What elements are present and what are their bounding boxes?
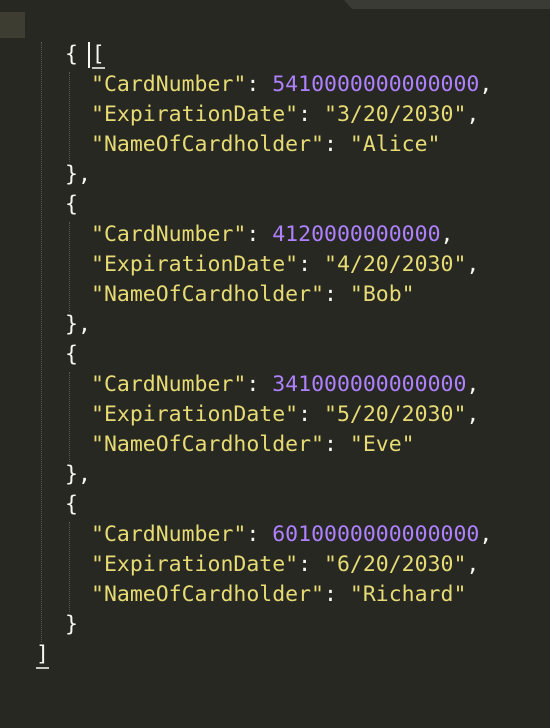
cardholder-name-value: "Bob"	[349, 282, 415, 307]
indent-guide	[69, 72, 70, 162]
code-line: "NameOfCardholder": "Eve"	[91, 430, 415, 460]
indent-guide	[69, 372, 70, 462]
indent-guide	[69, 522, 70, 612]
colon: :	[324, 582, 350, 607]
code-line: "NameOfCardholder": "Bob"	[91, 280, 415, 310]
close-brace: },	[65, 462, 91, 487]
code-line: ]	[36, 640, 49, 670]
colon: :	[324, 282, 350, 307]
close-brace: },	[65, 312, 91, 337]
comma: ,	[466, 552, 480, 577]
expiration-date-value: "6/20/2030"	[324, 552, 467, 577]
colon: :	[246, 72, 273, 97]
open-bracket: [	[91, 42, 105, 69]
card-number-value: 4120000000000	[272, 222, 441, 247]
close-brace: }	[65, 612, 78, 637]
code-line: "CardNumber": 6010000000000000,	[91, 520, 492, 550]
cardholder-name-value: "Richard"	[349, 582, 467, 607]
key-card-number: "CardNumber"	[91, 372, 247, 397]
code-line: [	[36, 10, 105, 69]
key-name-of-cardholder: "NameOfCardholder"	[91, 582, 324, 607]
expiration-date-value: "5/20/2030"	[324, 402, 467, 427]
text-cursor	[87, 42, 90, 68]
code-line: "CardNumber": 5410000000000000,	[91, 70, 492, 100]
code-line: "NameOfCardholder": "Alice"	[91, 130, 441, 160]
colon: :	[298, 252, 324, 277]
open-brace: {	[65, 492, 78, 517]
indent-guide	[69, 222, 70, 312]
code-line: "CardNumber": 4120000000000,	[91, 220, 453, 250]
code-line: "NameOfCardholder": "Richard"	[91, 580, 466, 610]
code-line: "CardNumber": 341000000000000,	[91, 370, 479, 400]
key-card-number: "CardNumber"	[91, 222, 247, 247]
comma: ,	[479, 522, 493, 547]
close-bracket: ]	[36, 642, 49, 669]
comma: ,	[479, 72, 493, 97]
card-number-value: 341000000000000	[272, 372, 467, 397]
colon: :	[324, 432, 350, 457]
tab-bar-strip	[352, 0, 550, 9]
code-line: },	[65, 460, 91, 490]
indent-guide	[41, 42, 42, 642]
code-line: {	[65, 490, 78, 520]
comma: ,	[466, 372, 480, 397]
key-expiration-date: "ExpirationDate"	[91, 252, 299, 277]
key-card-number: "CardNumber"	[91, 522, 247, 547]
code-line: }	[65, 610, 78, 640]
comma: ,	[440, 222, 454, 247]
comma: ,	[466, 252, 480, 277]
open-brace: {	[65, 42, 78, 67]
open-brace: {	[65, 192, 78, 217]
key-name-of-cardholder: "NameOfCardholder"	[91, 282, 324, 307]
comma: ,	[466, 402, 480, 427]
code-line: },	[65, 160, 91, 190]
open-brace: {	[65, 342, 78, 367]
key-card-number: "CardNumber"	[91, 72, 247, 97]
cardholder-name-value: "Alice"	[349, 132, 441, 157]
key-name-of-cardholder: "NameOfCardholder"	[91, 432, 324, 457]
colon: :	[246, 222, 273, 247]
colon: :	[246, 522, 273, 547]
colon: :	[298, 402, 324, 427]
comma: ,	[466, 102, 480, 127]
code-line: {	[65, 40, 78, 70]
key-expiration-date: "ExpirationDate"	[91, 102, 299, 127]
key-name-of-cardholder: "NameOfCardholder"	[91, 132, 324, 157]
code-line: {	[65, 190, 78, 220]
current-line-gutter-marker	[0, 12, 25, 38]
colon: :	[298, 552, 324, 577]
colon: :	[324, 132, 350, 157]
code-line: },	[65, 310, 91, 340]
colon: :	[298, 102, 324, 127]
code-line: "ExpirationDate": "3/20/2030",	[91, 100, 479, 130]
code-line: {	[65, 340, 78, 370]
expiration-date-value: "3/20/2030"	[324, 102, 467, 127]
card-number-value: 6010000000000000	[272, 522, 480, 547]
key-expiration-date: "ExpirationDate"	[91, 402, 299, 427]
expiration-date-value: "4/20/2030"	[324, 252, 467, 277]
tab-bar-edge	[344, 0, 352, 9]
close-brace: },	[65, 162, 91, 187]
key-expiration-date: "ExpirationDate"	[91, 552, 299, 577]
code-line: "ExpirationDate": "4/20/2030",	[91, 250, 479, 280]
code-line: "ExpirationDate": "6/20/2030",	[91, 550, 479, 580]
colon: :	[246, 372, 273, 397]
code-editor[interactable]: [ { "CardNumber": 5410000000000000, "Exp…	[0, 0, 550, 728]
cardholder-name-value: "Eve"	[349, 432, 415, 457]
card-number-value: 5410000000000000	[272, 72, 480, 97]
code-line: "ExpirationDate": "5/20/2030",	[91, 400, 479, 430]
